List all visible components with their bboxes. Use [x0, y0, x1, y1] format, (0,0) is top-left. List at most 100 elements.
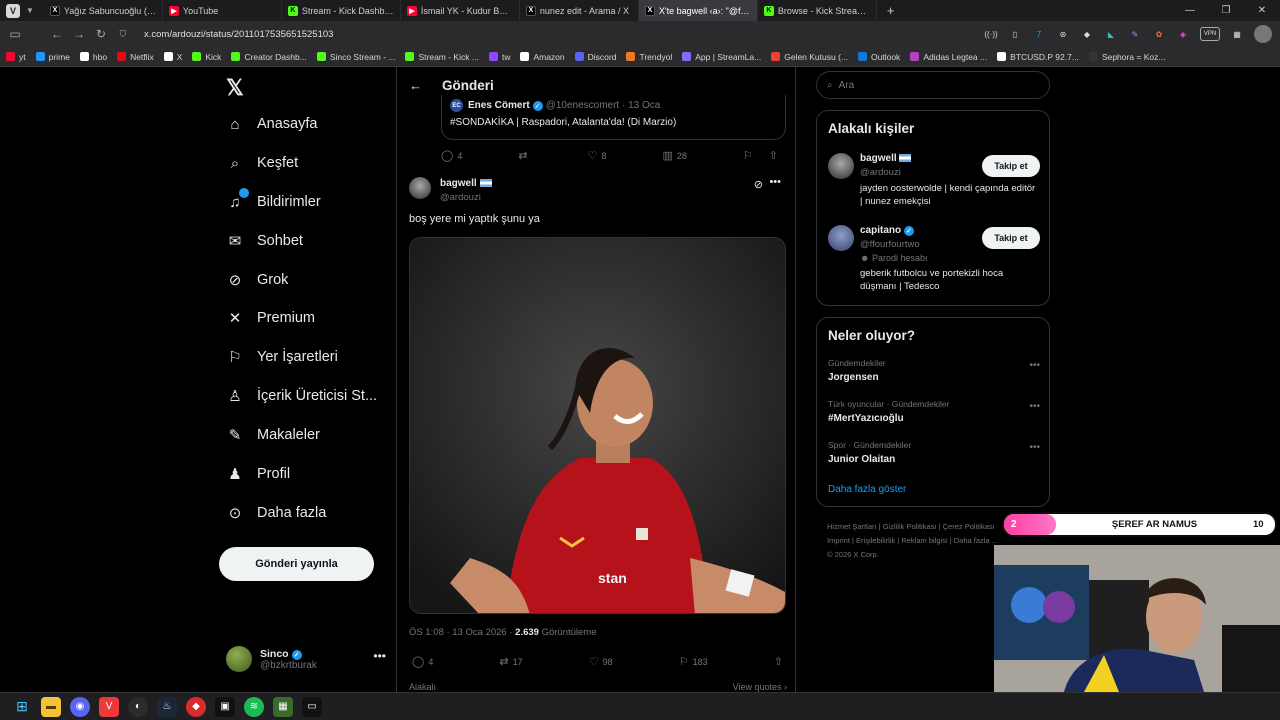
grok-icon[interactable]: ⊘ [754, 178, 763, 191]
retweet-button[interactable]: ⇄ 17 [499, 655, 522, 668]
nav-item-grok[interactable]: ⊘ Grok [226, 271, 289, 289]
bookmark-item[interactable]: Creator Dashb... [231, 52, 307, 62]
tweet-author-name[interactable]: bagwell [440, 178, 492, 189]
bookmark-item[interactable]: App | StreamLa... [682, 52, 761, 62]
user-avatar-icon[interactable] [1254, 25, 1272, 43]
site-info-icon[interactable]: ⛉ [112, 29, 134, 40]
more-options-icon[interactable]: ••• [1029, 401, 1040, 412]
footer-link[interactable]: Hizmet Şartları [827, 522, 877, 531]
sidebar-toggle-icon[interactable]: ▭ [4, 27, 26, 41]
nav-item-home[interactable]: ⌂ Anasayfa [226, 115, 317, 133]
bookmark-item[interactable]: hbo [79, 52, 107, 62]
more-options-icon[interactable]: ••• [1029, 360, 1040, 371]
nav-item-articles[interactable]: ✎ Makaleler [226, 426, 320, 444]
nav-item-premium[interactable]: ✕ Premium [226, 309, 315, 327]
browser-tab[interactable]: K Stream - Kick Dashboard [282, 0, 401, 21]
view-quotes-link[interactable]: View quotes › [733, 682, 787, 692]
like-button[interactable]: ♡ 98 [589, 655, 613, 668]
spotify-icon[interactable]: ≋ [244, 696, 264, 717]
vivaldi-logo-icon[interactable]: V [6, 3, 20, 18]
show-more-link[interactable]: Daha fazla göster [828, 484, 906, 495]
bookmark-button[interactable]: ⚐ [743, 149, 757, 162]
bookmark-item[interactable]: Gelen Kutusu (... [771, 52, 848, 62]
vivaldi-icon[interactable]: V [99, 696, 119, 717]
more-options-icon[interactable]: ••• [1029, 442, 1040, 453]
more-options-icon[interactable]: ••• [769, 176, 781, 188]
terminal-icon[interactable]: ▭ [302, 696, 322, 717]
bookmark-item[interactable]: X [163, 52, 182, 62]
browser-tab-active[interactable]: XX'te bagwell ‹a›: "@ffourfou [638, 0, 758, 21]
app-icon[interactable]: ◆ [186, 696, 206, 717]
nav-item-more[interactable]: ⊙ Daha fazla [226, 504, 327, 522]
follow-button[interactable]: Takip et [982, 155, 1040, 177]
bookmark-item[interactable]: Trendyol [626, 52, 672, 62]
bookmark-item[interactable]: Netflix [117, 52, 154, 62]
discord-icon[interactable]: ◉ [70, 696, 90, 717]
bookmark-item[interactable]: Sinco Stream - ... [316, 52, 395, 62]
extension-icon[interactable]: 7 [1032, 27, 1046, 41]
extension-icon[interactable]: ✿ [1152, 27, 1166, 41]
browser-tab[interactable]: K Browse - Kick Streaming [758, 0, 877, 21]
steam-icon[interactable]: ♨ [157, 696, 177, 717]
nav-item-chat[interactable]: ✉ Sohbet [226, 232, 303, 250]
back-icon[interactable]: ← [46, 27, 68, 41]
panel-icon[interactable]: ▦ [1230, 27, 1244, 41]
bookmark-item[interactable]: Outlook [858, 52, 900, 62]
bookmark-item[interactable]: prime [35, 52, 70, 62]
maximize-icon[interactable]: ❐ [1208, 5, 1244, 16]
minimize-icon[interactable]: — [1172, 5, 1208, 16]
reload-icon[interactable]: ↻ [90, 27, 112, 41]
x-logo-icon[interactable]: 𝕏 [226, 75, 244, 101]
url-field[interactable]: x.com/ardouzi/status/2011017535651525103 [144, 29, 333, 40]
share-button[interactable]: ⇧ [774, 655, 787, 668]
extension-icon[interactable]: ◈ [1176, 27, 1190, 41]
browser-tab[interactable]: XYağız Sabuncuoğlu (@yagoo [44, 0, 163, 21]
like-button[interactable]: ♡ 8 [588, 149, 607, 162]
quoted-tweet[interactable]: EC Enes Cömert ✓ @10enescomert · 13 Oca … [441, 95, 786, 140]
bookmark-item[interactable]: Sephora = Koz... [1088, 52, 1166, 62]
trend-item[interactable]: Gündemdekiler Jorgensen ••• [828, 358, 1040, 383]
post-button[interactable]: Gönderi yayınla [219, 547, 374, 581]
footer-link[interactable]: Gizlilik Politikası [883, 522, 937, 531]
reply-button[interactable]: ◯ 4 [441, 149, 462, 162]
bookmark-item[interactable]: yt [6, 52, 26, 62]
nav-item-profile[interactable]: ♟ Profil [226, 465, 290, 483]
bookmark-button[interactable]: ⚐ 183 [679, 655, 708, 668]
browser-tab[interactable]: ▶ YouTube [163, 0, 282, 21]
share-button[interactable]: ⇧ [769, 149, 782, 162]
browser-tab[interactable]: Xnunez edit - Arama / X [520, 0, 639, 21]
account-switcher[interactable]: Sinco ✓ @bzkrtburak ••• [226, 643, 386, 675]
trend-item[interactable]: Spor · Gündemdekiler Junior Olaitan ••• [828, 440, 1040, 465]
nav-item-notifications[interactable]: ♫ Bildirimler [226, 188, 321, 211]
bookmark-item[interactable]: BTCUSD.P 92.7... [997, 52, 1079, 62]
nav-item-bookmarks[interactable]: ⚐ Yer İşaretleri [226, 348, 338, 366]
close-icon[interactable]: ✕ [1244, 5, 1280, 16]
nav-item-creator-studio[interactable]: ♙ İçerik Üreticisi St... [226, 387, 377, 405]
file-explorer-icon[interactable]: ▬ [41, 696, 61, 717]
bookmark-item[interactable]: Adidas Legtea ... [910, 52, 987, 62]
follow-button[interactable]: Takip et [982, 227, 1040, 249]
tweet-author-handle[interactable]: @ardouzi [440, 192, 481, 203]
search-input[interactable]: ⌕ Ara [816, 71, 1050, 99]
footer-link[interactable]: Reklam bilgisi [901, 536, 947, 545]
app-icon[interactable]: ▣ [215, 696, 235, 717]
views-button[interactable]: ▥ 28 [662, 149, 686, 162]
bookmark-item[interactable]: Stream - Kick ... [405, 52, 479, 62]
bookmark-item[interactable]: Kick [192, 52, 221, 62]
footer-link[interactable]: Çerez Politikası [943, 522, 995, 531]
tweet-media-video[interactable]: stan [409, 237, 786, 614]
avatar[interactable] [409, 177, 431, 199]
extension-icon[interactable]: ◆ [1080, 27, 1094, 41]
obs-icon[interactable]: ◐ [128, 696, 148, 717]
vpn-icon[interactable]: VPN [1200, 27, 1220, 41]
app-icon[interactable]: ▦ [273, 696, 293, 717]
footer-link[interactable]: Imprint [827, 536, 850, 545]
windows-start-icon[interactable]: ⊞ [12, 697, 32, 717]
extension-icon[interactable]: ⊛ [1056, 27, 1070, 41]
nav-item-explore[interactable]: ⌕ Keşfet [226, 154, 298, 172]
forward-icon[interactable]: → [68, 27, 90, 41]
browser-tab[interactable]: ▶İsmail YK - Kudur Baby ( Uz [401, 0, 520, 21]
footer-link[interactable]: Erişilebilirlik [856, 536, 895, 545]
bookmark-item[interactable]: tw [488, 52, 510, 62]
footer-link[interactable]: Daha fazla ... [954, 536, 998, 545]
